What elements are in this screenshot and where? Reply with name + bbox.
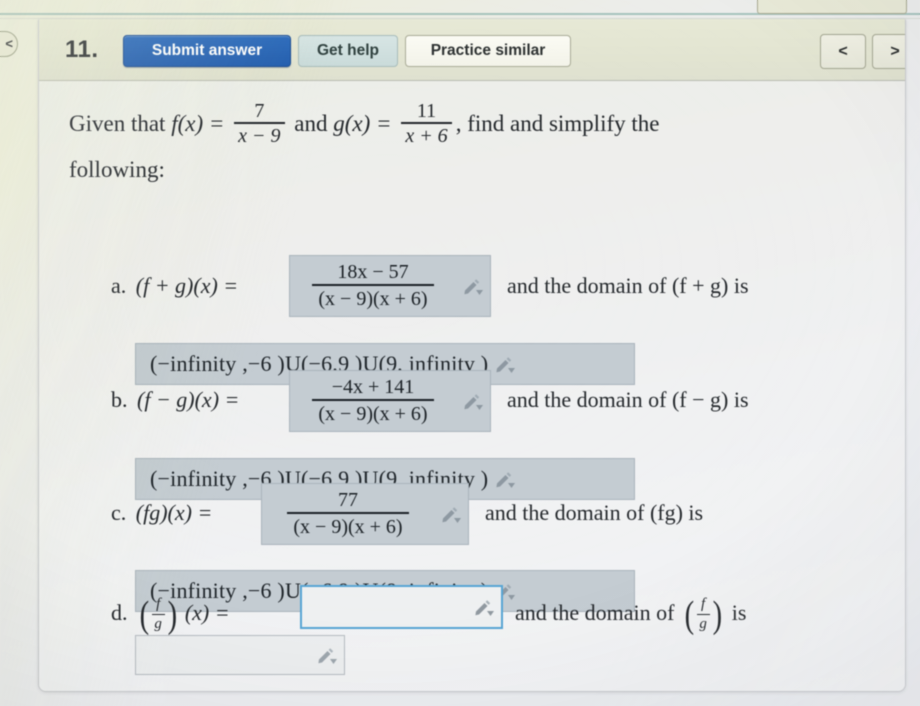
fraction-bar — [151, 614, 165, 616]
item-c-answer-input[interactable]: 77 (x − 9)(x + 6) — [261, 483, 469, 545]
item-d-f-over-g: ( f g ) — [138, 593, 178, 636]
item-d-label: d. ( f g ) (x) = — [111, 593, 230, 636]
item-d-tail-text: and the domain of — [515, 599, 675, 625]
item-d-fraction-top: f — [156, 596, 161, 612]
item-b-expression: (f − g)(x) = — [137, 387, 240, 412]
pencil-icon[interactable] — [434, 484, 468, 544]
chevron-left-icon: < — [838, 42, 848, 60]
submit-answer-button-top[interactable]: Submit answer — [123, 35, 291, 67]
left-paren: ( — [684, 593, 695, 636]
right-paren: ) — [712, 593, 722, 636]
item-a-fraction: 18x − 57 (x − 9)(x + 6) — [312, 260, 434, 312]
pencil-icon[interactable] — [456, 256, 490, 316]
item-d-expression: (x) = — [184, 599, 230, 625]
photographed-screen: < 11. Submit answer Get help Practice si… — [0, 0, 920, 706]
item-c-label: c. (fg)(x) = — [111, 500, 212, 526]
item-d-tail-suffix: is — [731, 599, 747, 625]
item-b-tail: and the domain of (f − g) is — [507, 387, 749, 412]
f-definition-fraction: 7 x − 9 — [234, 100, 285, 147]
item-b-fraction: −4x + 141 (x − 9)(x + 6) — [312, 375, 434, 427]
fraction-f-over-g: f g — [696, 596, 710, 633]
chevron-right-icon: > — [890, 42, 900, 60]
item-c-letter: c. — [111, 500, 127, 525]
fraction-bar — [696, 614, 710, 616]
question-toolbar: 11. Submit answer Get help Practice simi… — [39, 19, 905, 81]
item-b-answer-value: −4x + 141 (x − 9)(x + 6) — [290, 375, 456, 427]
item-d-letter: d. — [111, 599, 128, 625]
item-a-expression: (f + g)(x) = — [135, 273, 239, 298]
fraction-bar — [234, 122, 285, 124]
item-c-expression: (fg)(x) = — [135, 500, 213, 525]
item-a-letter: a. — [111, 273, 127, 298]
item-d-tail-f-over-g: ( f g ) — [683, 593, 723, 636]
function-f-arg: (x) = — [177, 111, 225, 137]
item-b-label: b. (f − g)(x) = — [111, 387, 239, 413]
g-numerator: 11 — [416, 100, 437, 122]
question-body: Given that f(x) = 7 x − 9 and g(x) = 11 … — [39, 81, 905, 691]
item-a-numerator: 18x − 57 — [337, 261, 409, 284]
next-question-button[interactable]: > — [872, 34, 905, 69]
pencil-icon[interactable] — [488, 459, 522, 499]
prompt-tail: , find and simplify the — [455, 111, 660, 137]
f-denominator: x − 9 — [238, 124, 281, 147]
right-paren: ) — [167, 593, 177, 636]
practice-similar-button[interactable]: Practice similar — [405, 35, 571, 67]
function-g-name: g — [333, 111, 345, 137]
clipped-top-right-control[interactable] — [757, 0, 907, 14]
question-prompt: Given that f(x) = 7 x − 9 and g(x) = 11 … — [69, 100, 859, 191]
item-d-fraction-bottom: g — [154, 616, 162, 633]
item-d-domain-input[interactable] — [135, 635, 345, 675]
chevron-left-icon: < — [5, 36, 13, 51]
item-c-fraction: 77 (x − 9)(x + 6) — [287, 488, 409, 540]
item-b-numerator: −4x + 141 — [331, 376, 415, 399]
g-definition-fraction: 11 x + 6 — [401, 100, 452, 147]
prompt-conjunction: and — [294, 111, 328, 137]
pencil-icon[interactable] — [467, 587, 501, 627]
item-d-tail: and the domain of ( f g ) is — [515, 593, 747, 636]
item-a-answer-value: 18x − 57 (x − 9)(x + 6) — [290, 260, 456, 312]
left-paren: ( — [139, 593, 150, 636]
previous-page-pill-button[interactable]: < — [0, 31, 18, 57]
fraction-f-over-g: f g — [151, 596, 165, 633]
browser-content-area: < 11. Submit answer Get help Practice si… — [0, 0, 920, 706]
item-c-tail: and the domain of (fg) is — [485, 500, 704, 525]
item-a-denominator: (x − 9)(x + 6) — [318, 287, 428, 310]
item-a-tail: and the domain of (f + g) is — [507, 273, 749, 298]
item-a-label: a. (f + g)(x) = — [111, 273, 238, 299]
pencil-icon[interactable] — [488, 344, 522, 384]
item-c-denominator: (x − 9)(x + 6) — [293, 515, 403, 538]
item-d-tail-fraction-top: f — [701, 596, 706, 612]
item-c-answer-value: 77 (x − 9)(x + 6) — [262, 488, 434, 540]
prompt-line2: following: — [69, 156, 165, 182]
previous-question-button[interactable]: < — [820, 34, 866, 69]
fraction-bar — [401, 122, 452, 124]
function-g-arg: (x) = — [344, 111, 392, 137]
item-d-answer-input[interactable] — [300, 585, 503, 629]
item-b-denominator: (x − 9)(x + 6) — [318, 402, 428, 425]
item-a-answer-input[interactable]: 18x − 57 (x − 9)(x + 6) — [289, 255, 491, 317]
f-numerator: 7 — [254, 100, 265, 122]
item-b-letter: b. — [111, 387, 128, 412]
prompt-lead: Given that — [69, 111, 166, 137]
get-help-button[interactable]: Get help — [298, 35, 398, 67]
g-denominator: x + 6 — [405, 124, 448, 147]
item-c-numerator: 77 — [337, 489, 358, 512]
item-b-answer-input[interactable]: −4x + 141 (x − 9)(x + 6) — [289, 370, 491, 432]
pencil-icon[interactable] — [456, 371, 490, 431]
question-card: 11. Submit answer Get help Practice simi… — [38, 19, 906, 692]
pencil-icon[interactable] — [310, 636, 344, 674]
item-d-tail-fraction-bottom: g — [699, 616, 707, 633]
question-number: 11. — [65, 36, 99, 63]
